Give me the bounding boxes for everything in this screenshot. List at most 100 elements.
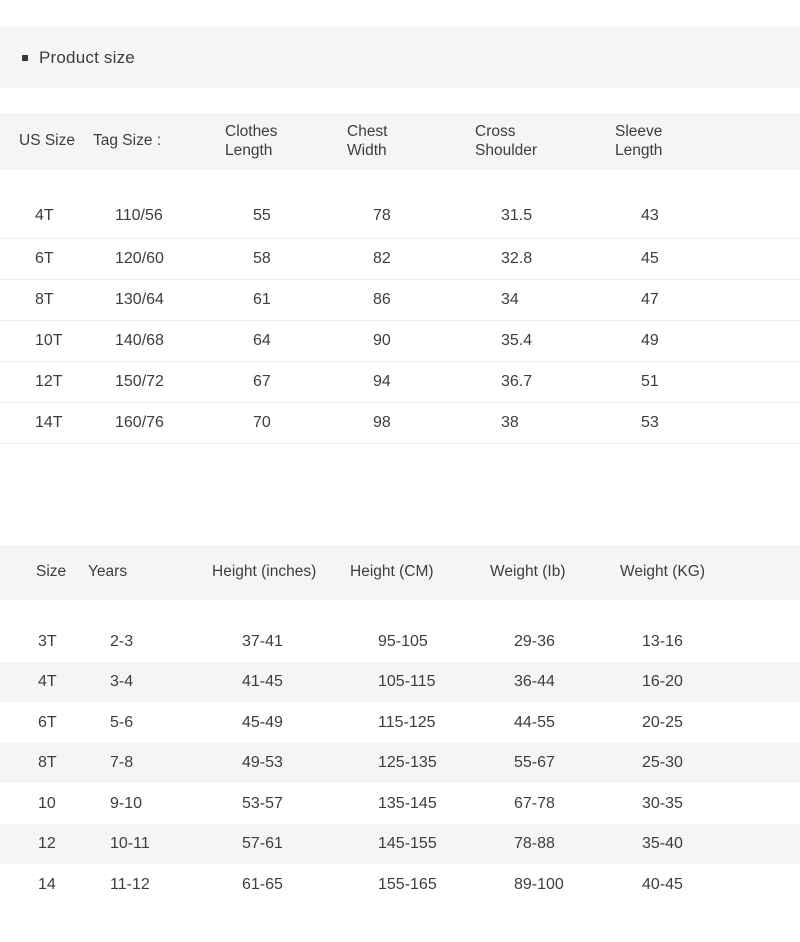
cell-height-cm: 115-125 xyxy=(378,713,436,731)
cell-chest-width: 86 xyxy=(373,291,391,309)
cell-tag-size: 130/64 xyxy=(115,291,164,309)
cell-clothes-length: 67 xyxy=(253,373,271,391)
cell-tag-size: 140/68 xyxy=(115,332,164,350)
cell-weight-lb: 29-36 xyxy=(514,632,555,650)
header-body-gap xyxy=(0,600,800,621)
cell-years: 2-3 xyxy=(110,632,134,650)
column-header: Years xyxy=(88,563,128,581)
cell-chest-width: 98 xyxy=(373,414,391,432)
column-header: Clothes Length xyxy=(225,122,278,159)
cell-height-cm: 155-165 xyxy=(378,875,437,893)
cell-years: 3-4 xyxy=(110,673,134,691)
column-header: US Size xyxy=(19,132,75,150)
table-row: 3T 2-3 37-41 95-105 29-36 13-16 xyxy=(0,621,800,662)
cell-height-inches: 53-57 xyxy=(242,794,283,812)
page-title: Product size xyxy=(39,47,135,67)
cell-size: 4T xyxy=(38,673,57,691)
cell-height-cm: 145-155 xyxy=(378,835,437,853)
cell-weight-lb: 44-55 xyxy=(514,713,555,731)
column-header: Tag Size : xyxy=(93,132,162,150)
column-header: Height (inches) xyxy=(212,563,317,581)
cell-cross-shoulder: 31.5 xyxy=(501,207,533,225)
table-row: 10T 140/68 64 90 35.4 49 xyxy=(0,321,800,362)
column-header: Weight (Ib) xyxy=(490,563,566,581)
cell-us-size: 4T xyxy=(35,207,54,225)
cell-us-size: 8T xyxy=(35,291,54,309)
cell-size: 3T xyxy=(38,632,57,650)
cell-us-size: 14T xyxy=(35,414,63,432)
cell-years: 9-10 xyxy=(110,794,143,812)
table-row: 14T 160/76 70 98 38 53 xyxy=(0,403,800,444)
cell-cross-shoulder: 35.4 xyxy=(501,332,533,350)
column-header: Cross Shoulder xyxy=(475,122,538,159)
cell-weight-lb: 89-100 xyxy=(514,875,564,893)
cell-height-inches: 61-65 xyxy=(242,875,283,893)
table-row: 14 11-12 61-65 155-165 89-100 40-45 xyxy=(0,864,800,905)
cell-cross-shoulder: 36.7 xyxy=(501,373,533,391)
cell-weight-lb: 67-78 xyxy=(514,794,555,812)
table-row: 12 10-11 57-61 145-155 78-88 35-40 xyxy=(0,823,800,864)
cell-weight-lb: 36-44 xyxy=(514,673,555,691)
cell-weight-kg: 30-35 xyxy=(642,794,683,812)
garment-measurements-table: US Size Tag Size : Clothes Length Chest … xyxy=(0,113,800,444)
table-row: 6T 5-6 45-49 115-125 44-55 20-25 xyxy=(0,702,800,743)
body-size-reference-table: Size Years Height (inches) Height (CM) W… xyxy=(0,545,800,905)
column-header: Weight (KG) xyxy=(620,563,705,581)
cell-cross-shoulder: 38 xyxy=(501,414,519,432)
cell-height-cm: 125-135 xyxy=(378,754,437,772)
cell-height-inches: 57-61 xyxy=(242,835,283,853)
cell-chest-width: 78 xyxy=(373,207,391,225)
table-row: 4T 3-4 41-45 105-115 36-44 16-20 xyxy=(0,661,800,702)
cell-size: 14 xyxy=(38,875,56,893)
cell-clothes-length: 64 xyxy=(253,332,271,350)
cell-us-size: 6T xyxy=(35,250,54,268)
cell-weight-kg: 20-25 xyxy=(642,713,683,731)
cell-height-inches: 49-53 xyxy=(242,754,283,772)
cell-cross-shoulder: 32.8 xyxy=(501,250,533,268)
table-header-row: Size Years Height (inches) Height (CM) W… xyxy=(0,545,800,600)
cell-years: 10-11 xyxy=(110,835,150,853)
cell-sleeve-length: 43 xyxy=(641,207,659,225)
table-row: 12T 150/72 67 94 36.7 51 xyxy=(0,362,800,403)
cell-clothes-length: 55 xyxy=(253,207,271,225)
cell-cross-shoulder: 34 xyxy=(501,291,519,309)
cell-size: 10 xyxy=(38,794,56,812)
cell-size: 12 xyxy=(38,835,56,853)
cell-chest-width: 90 xyxy=(373,332,391,350)
cell-sleeve-length: 51 xyxy=(641,373,659,391)
cell-height-inches: 37-41 xyxy=(242,632,283,650)
cell-chest-width: 82 xyxy=(373,250,391,268)
cell-weight-kg: 25-30 xyxy=(642,754,683,772)
column-header: Chest Width xyxy=(347,122,388,159)
table-row: 6T 120/60 58 82 32.8 45 xyxy=(0,239,800,280)
cell-height-inches: 45-49 xyxy=(242,713,283,731)
table-row: 8T 7-8 49-53 125-135 55-67 25-30 xyxy=(0,742,800,783)
cell-years: 7-8 xyxy=(110,754,134,772)
cell-weight-lb: 78-88 xyxy=(514,835,555,853)
cell-us-size: 12T xyxy=(35,373,63,391)
cell-years: 11-12 xyxy=(110,875,150,893)
header-body-gap xyxy=(0,170,800,194)
cell-sleeve-length: 45 xyxy=(641,250,659,268)
size-chart-page: Product size US Size Tag Size : Clothes … xyxy=(0,0,800,942)
cell-tag-size: 110/56 xyxy=(115,207,163,225)
cell-clothes-length: 70 xyxy=(253,414,271,432)
cell-tag-size: 150/72 xyxy=(115,373,164,391)
table-header-row: US Size Tag Size : Clothes Length Chest … xyxy=(0,113,800,170)
cell-clothes-length: 61 xyxy=(253,291,271,309)
section-banner: Product size xyxy=(0,27,800,88)
cell-chest-width: 94 xyxy=(373,373,391,391)
cell-weight-kg: 35-40 xyxy=(642,835,683,853)
cell-sleeve-length: 53 xyxy=(641,414,659,432)
column-header: Height (CM) xyxy=(350,563,434,581)
cell-weight-kg: 40-45 xyxy=(642,875,683,893)
column-header: Sleeve Length xyxy=(615,122,663,159)
cell-weight-kg: 16-20 xyxy=(642,673,683,691)
square-bullet-icon xyxy=(22,54,28,61)
cell-size: 6T xyxy=(38,713,57,731)
cell-height-cm: 135-145 xyxy=(378,794,437,812)
cell-clothes-length: 58 xyxy=(253,250,271,268)
cell-height-cm: 105-115 xyxy=(378,673,436,691)
cell-weight-kg: 13-16 xyxy=(642,632,683,650)
cell-weight-lb: 55-67 xyxy=(514,754,555,772)
